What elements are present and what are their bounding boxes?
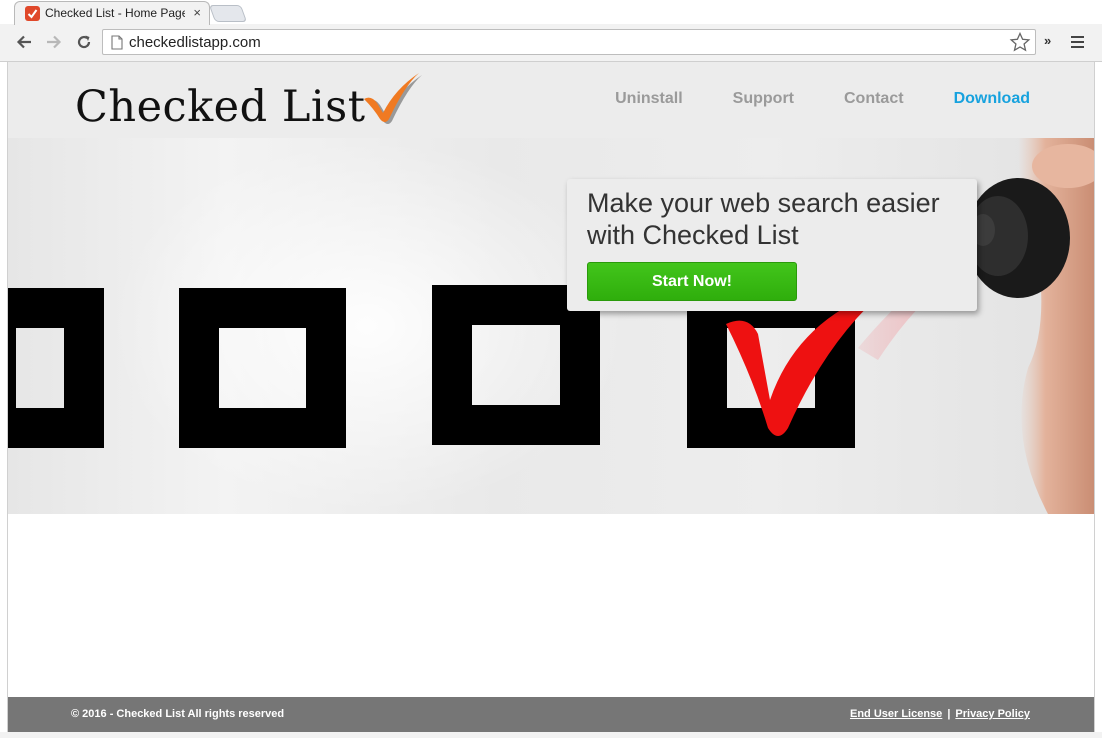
- hero-headline: Make your web search easier with Checked…: [587, 188, 940, 250]
- window-bottom-edge: [0, 732, 1102, 738]
- page-icon: [111, 35, 123, 55]
- back-arrow-icon[interactable]: [14, 32, 34, 52]
- nav-contact-link[interactable]: Contact: [844, 90, 904, 108]
- url-text: checkedlistapp.com: [129, 34, 261, 51]
- site-logo[interactable]: Checked List: [75, 73, 423, 132]
- checkmark-favicon-icon: [25, 6, 40, 21]
- copyright-text: © 2016 - Checked List All rights reserve…: [71, 708, 285, 720]
- checkbox-1: [8, 288, 104, 448]
- logo-checkmark-icon: [361, 69, 423, 130]
- page-viewport: Checked List Uninstall Support Contact D…: [7, 62, 1095, 732]
- checkbox-3: [432, 285, 600, 445]
- site-footer: © 2016 - Checked List All rights reserve…: [8, 697, 1094, 732]
- extensions-overflow-icon[interactable]: »: [1044, 33, 1051, 48]
- tab-title: Checked List - Home Page: [45, 6, 185, 20]
- browser-toolbar: checkedlistapp.com »: [0, 24, 1102, 61]
- reload-icon[interactable]: [74, 32, 94, 52]
- menu-hamburger-icon[interactable]: [1068, 32, 1086, 52]
- privacy-policy-link[interactable]: Privacy Policy: [955, 708, 1030, 720]
- checkbox-2: [179, 288, 346, 448]
- marker-pen-icon: [966, 178, 1070, 298]
- hero-banner: Make your web search easier with Checked…: [8, 138, 1094, 514]
- browser-tab[interactable]: Checked List - Home Page ×: [14, 1, 210, 25]
- nav-download-link[interactable]: Download: [954, 90, 1030, 108]
- bookmark-star-icon[interactable]: [1009, 31, 1031, 58]
- tab-close-icon[interactable]: ×: [193, 5, 201, 21]
- browser-chrome: Checked List - Home Page × checkedlistap…: [0, 0, 1102, 62]
- forward-arrow-icon[interactable]: [44, 32, 64, 52]
- start-now-button[interactable]: Start Now!: [587, 262, 797, 301]
- end-user-license-link[interactable]: End User License: [850, 708, 942, 720]
- main-nav: Uninstall Support Contact Download: [565, 90, 1030, 108]
- footer-separator: |: [947, 708, 951, 720]
- site-header: Checked List Uninstall Support Contact D…: [8, 62, 1094, 138]
- footer-links: End User License | Privacy Policy: [850, 708, 1030, 720]
- cta-panel: Make your web search easier with Checked…: [567, 179, 977, 311]
- nav-support-link[interactable]: Support: [733, 90, 794, 108]
- logo-text: Checked List: [75, 82, 366, 132]
- address-bar[interactable]: checkedlistapp.com: [102, 29, 1036, 55]
- new-tab-button[interactable]: [208, 5, 248, 22]
- nav-uninstall-link[interactable]: Uninstall: [615, 90, 683, 108]
- tab-strip: Checked List - Home Page ×: [0, 0, 1102, 25]
